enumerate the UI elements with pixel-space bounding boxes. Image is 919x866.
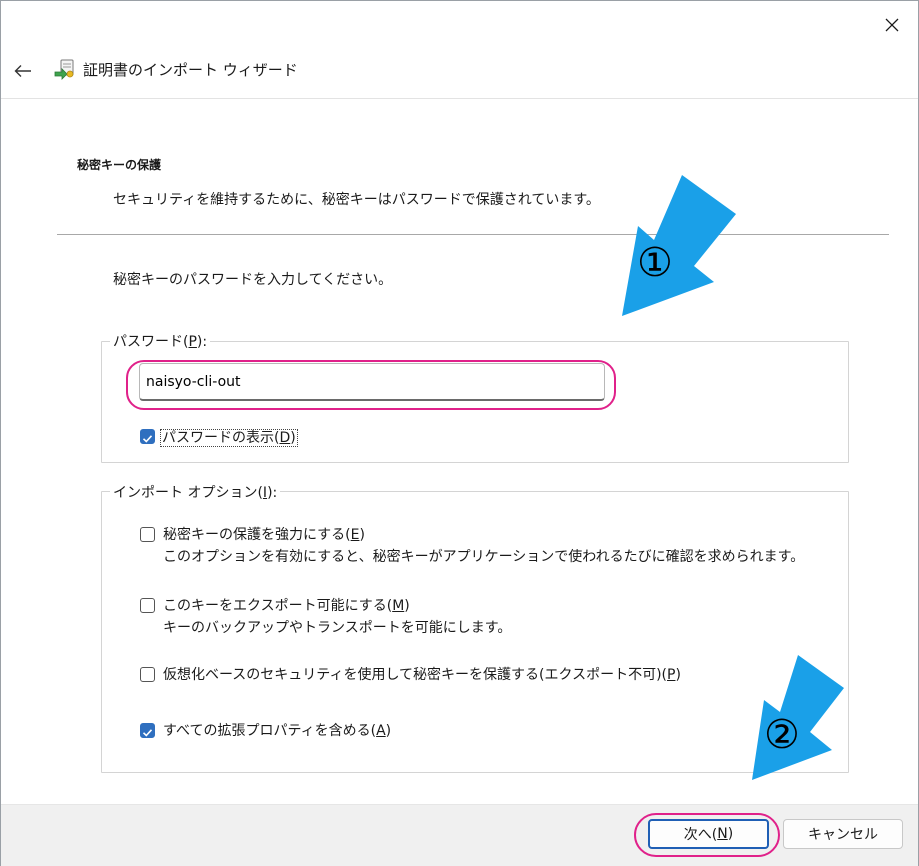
step1-label: ① (637, 240, 673, 286)
exportable-key-label[interactable]: このキーをエクスポート可能にする(M) (163, 595, 410, 615)
include-extended-properties-label[interactable]: すべての拡張プロパティを含める(A) (163, 720, 391, 740)
show-password-checkbox[interactable] (140, 429, 155, 444)
step2-label: ② (764, 712, 800, 758)
back-arrow-icon (14, 65, 31, 77)
close-icon (885, 18, 899, 32)
vbs-protection-label[interactable]: 仮想化ベースのセキュリティを使用して秘密キーを保護する(エクスポート不可)(P) (163, 664, 681, 684)
password-highlight-annotation (126, 360, 616, 410)
strong-protection-description: このオプションを有効にすると、秘密キーがアプリケーションで使われるたびに確認を求… (163, 549, 805, 565)
include-extended-properties-checkbox[interactable] (140, 723, 155, 738)
password-group-legend: パスワード(P): (110, 331, 211, 351)
close-button[interactable] (876, 9, 908, 41)
exportable-key-checkbox[interactable] (140, 598, 155, 613)
section-description: セキュリティを維持するために、秘密キーはパスワードで保護されています。 (113, 192, 600, 208)
strong-protection-label[interactable]: 秘密キーの保護を強力にする(E) (163, 524, 365, 544)
content-divider (57, 234, 889, 235)
certificate-wizard-icon (53, 57, 77, 81)
vbs-protection-checkbox[interactable] (140, 667, 155, 682)
cancel-button[interactable]: キャンセル (783, 819, 903, 849)
import-options-legend: インポート オプション(I): (110, 482, 281, 502)
checkmark-icon (142, 435, 153, 443)
window-title: 証明書のインポート ウィザード (83, 61, 298, 79)
wizard-header: 証明書のインポート ウィザード (1, 45, 918, 97)
password-prompt: 秘密キーのパスワードを入力してください。 (113, 272, 393, 288)
show-password-label[interactable]: パスワードの表示(D) (160, 427, 298, 447)
exportable-key-description: キーのバックアップやトランスポートを可能にします。 (163, 620, 512, 636)
back-button[interactable] (11, 59, 35, 83)
checkmark-icon (142, 729, 153, 737)
section-title: 秘密キーの保護 (77, 158, 162, 172)
step1-arrow-icon (622, 175, 736, 316)
header-divider (1, 98, 918, 99)
next-button-highlight-annotation (634, 813, 780, 857)
wizard-footer (1, 804, 918, 866)
strong-protection-checkbox[interactable] (140, 527, 155, 542)
